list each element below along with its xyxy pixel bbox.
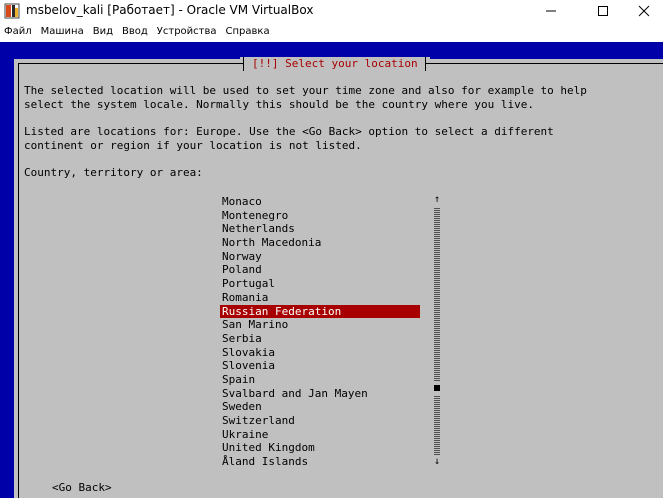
country-item[interactable]: Spain <box>220 373 420 387</box>
intro-line-1: The selected location will be used to se… <box>24 84 587 97</box>
scroll-up-arrow-icon[interactable]: ↑ <box>432 195 442 205</box>
country-item[interactable]: Portugal <box>220 277 420 291</box>
scroll-down-arrow-icon[interactable]: ↓ <box>432 457 442 467</box>
virtualbox-app-icon <box>4 3 20 19</box>
country-item[interactable]: Norway <box>220 250 420 264</box>
country-item[interactable]: United Kingdom <box>220 441 420 455</box>
minimize-icon <box>546 10 556 12</box>
country-item[interactable]: Svalbard and Jan Mayen <box>220 387 420 401</box>
title-right-tee <box>422 57 430 71</box>
intro-line-2: select the system locale. Normally this … <box>24 97 534 111</box>
country-item[interactable]: Ukraine <box>220 428 420 442</box>
country-item[interactable]: Romania <box>220 291 420 305</box>
country-item[interactable]: Switzerland <box>220 414 420 428</box>
country-list-scrollbar[interactable]: ↑ ↓ <box>432 195 442 467</box>
country-item[interactable]: Monaco <box>220 195 420 209</box>
country-item[interactable]: Poland <box>220 263 420 277</box>
intro-text: The selected location will be used to se… <box>24 84 587 111</box>
country-item[interactable]: Montenegro <box>220 209 420 223</box>
vm-display[interactable]: [!!] Select your location The selected l… <box>0 42 663 498</box>
close-button[interactable] <box>621 0 663 22</box>
listed-line-2: continent or region if your location is … <box>24 138 362 152</box>
country-item[interactable]: Slovakia <box>220 346 420 360</box>
menu-machine[interactable]: Машина <box>37 22 89 42</box>
title-bar: msbelov_kali [Работает] - Oracle VM Virt… <box>0 0 663 22</box>
country-item[interactable]: Serbia <box>220 332 420 346</box>
installer-dialog: [!!] Select your location The selected l… <box>14 57 663 498</box>
menu-view[interactable]: Вид <box>89 22 118 42</box>
country-item[interactable]: Netherlands <box>220 222 420 236</box>
country-prompt: Country, territory or area: <box>24 166 203 179</box>
country-item-selected[interactable]: Russian Federation <box>220 304 420 319</box>
maximize-button[interactable] <box>580 0 626 22</box>
scrollbar-track-lower[interactable] <box>434 395 440 455</box>
country-list[interactable]: Monaco Montenegro Netherlands North Macedon… <box>220 195 420 469</box>
minimize-button[interactable] <box>528 0 574 22</box>
country-item[interactable]: San Marino <box>220 318 420 332</box>
title-left-tee <box>240 57 248 71</box>
listed-line-1: Listed are locations for: Europe. Use th… <box>24 125 554 138</box>
dialog-title-bar: [!!] Select your location <box>240 57 430 71</box>
country-item[interactable]: Sweden <box>220 400 420 414</box>
menu-input[interactable]: Ввод <box>118 22 153 42</box>
listed-text: Listed are locations for: Europe. Use th… <box>24 125 554 152</box>
country-item[interactable]: North Macedonia <box>220 236 420 250</box>
country-item[interactable]: Slovenia <box>220 359 420 373</box>
menu-help[interactable]: Справка <box>222 22 275 42</box>
menu-devices[interactable]: Устройства <box>153 22 222 42</box>
menu-file[interactable]: Файл <box>0 22 37 42</box>
close-icon <box>638 5 650 17</box>
menu-bar: Файл Машина Вид Ввод Устройства Справка <box>0 22 663 42</box>
dialog-title: [!!] Select your location <box>252 57 418 70</box>
window-title: msbelov_kali [Работает] - Oracle VM Virt… <box>26 3 314 17</box>
go-back-button[interactable]: <Go Back> <box>52 481 112 495</box>
scrollbar-thumb[interactable] <box>434 385 440 391</box>
country-item[interactable]: Åland Islands <box>220 455 420 469</box>
maximize-icon <box>598 6 608 16</box>
virtualbox-window: msbelov_kali [Работает] - Oracle VM Virt… <box>0 0 663 498</box>
scrollbar-track-upper[interactable] <box>434 207 440 381</box>
